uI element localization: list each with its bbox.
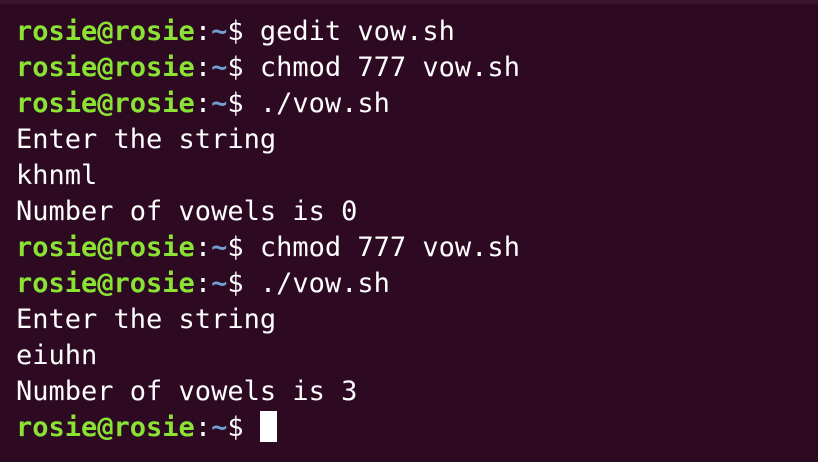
prompt-separator: : [194, 232, 212, 263]
prompt-line: rosie@rosie:~$ ./vow.sh [16, 86, 818, 122]
prompt-user-host: rosie@rosie [16, 52, 195, 83]
prompt-path: ~ [211, 52, 228, 83]
command-text: chmod 777 vow.sh [259, 232, 520, 263]
prompt-line: rosie@rosie:~$ gedit vow.sh [16, 14, 818, 50]
prompt-symbol: $ [227, 16, 260, 47]
prompt-separator: : [194, 268, 212, 299]
prompt-user-host: rosie@rosie [16, 268, 195, 299]
prompt-separator: : [194, 52, 212, 83]
prompt-user-host: rosie@rosie [16, 88, 195, 119]
output-line: Number of vowels is 0 [16, 196, 358, 227]
prompt-path: ~ [211, 232, 228, 263]
output-line: Number of vowels is 3 [16, 376, 358, 407]
prompt-path: ~ [211, 88, 228, 119]
text-cursor[interactable] [259, 411, 277, 442]
prompt-path: ~ [211, 16, 228, 47]
prompt-user-host: rosie@rosie [16, 412, 195, 443]
output-line: Enter the string [16, 124, 277, 155]
prompt-user-host: rosie@rosie [16, 232, 195, 263]
prompt-symbol: $ [227, 88, 260, 119]
command-text: chmod 777 vow.sh [259, 52, 520, 83]
terminal-window[interactable]: rosie@rosie:~$ gedit vow.sh rosie@rosie:… [0, 0, 818, 462]
prompt-separator: : [194, 16, 212, 47]
command-text: ./vow.sh [259, 268, 390, 299]
output-line: khnml [16, 160, 98, 191]
output-line: Enter the string [16, 304, 277, 335]
prompt-user-host: rosie@rosie [16, 16, 195, 47]
command-text: ./vow.sh [259, 88, 390, 119]
prompt-symbol: $ [227, 268, 260, 299]
prompt-separator: : [194, 412, 212, 443]
prompt-symbol: $ [227, 52, 260, 83]
command-text: gedit vow.sh [259, 16, 455, 47]
prompt-symbol: $ [227, 412, 260, 443]
prompt-path: ~ [211, 268, 228, 299]
prompt-line: rosie@rosie:~$ ./vow.sh [16, 266, 818, 302]
active-prompt-line[interactable]: rosie@rosie:~$ [16, 410, 818, 446]
prompt-path: ~ [211, 412, 228, 443]
prompt-separator: : [194, 88, 212, 119]
prompt-line: rosie@rosie:~$ chmod 777 vow.sh [16, 230, 818, 266]
output-line: eiuhn [16, 340, 98, 371]
prompt-line: rosie@rosie:~$ chmod 777 vow.sh [16, 50, 818, 86]
prompt-symbol: $ [227, 232, 260, 263]
